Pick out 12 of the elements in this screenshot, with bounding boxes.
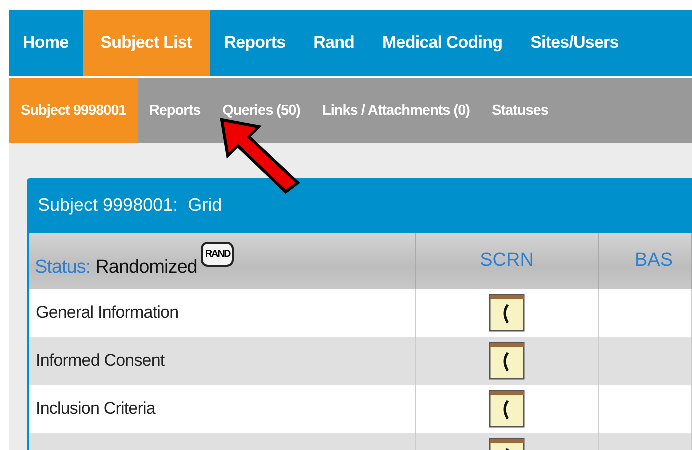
rand-badge[interactable]: RAND [201,242,234,267]
form-icon[interactable] [489,342,525,380]
panel-title: Subject 9998001: Grid [29,178,692,233]
form-icon[interactable] [489,294,525,332]
status-label: Status: [35,257,91,279]
status-value: Randomized [96,257,198,279]
form-name-cell: Informed Consent [29,337,416,385]
column-header: BAS [599,233,692,289]
form-icon[interactable] [489,390,525,428]
sub-nav-tab[interactable]: Subject 9998001 [9,78,138,143]
nav-tab[interactable]: Subject List [82,10,210,76]
column-header: SCRN [416,233,599,289]
